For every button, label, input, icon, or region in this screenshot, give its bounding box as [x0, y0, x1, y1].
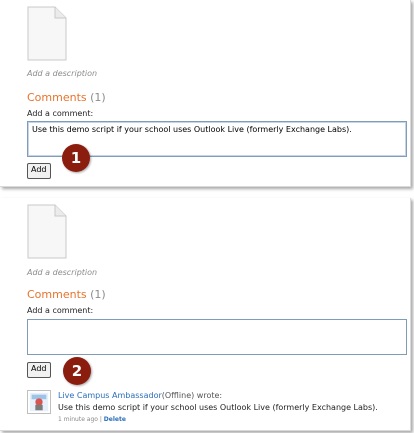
- comment-meta: 1 minute ago | Delete: [58, 416, 126, 423]
- step-badge-2: 2: [63, 357, 91, 385]
- comment-timestamp: 1 minute ago: [58, 416, 98, 423]
- comments-title: Comments: [27, 288, 87, 301]
- comment-wrote-text: wrote:: [194, 391, 223, 400]
- document-thumbnail-icon: [27, 6, 67, 61]
- comments-count: (1): [90, 91, 106, 104]
- add-comment-label: Add a comment:: [27, 306, 94, 315]
- comments-title: Comments: [27, 91, 87, 104]
- comments-heading: Comments (1): [27, 288, 106, 301]
- add-comment-button[interactable]: Add: [27, 362, 51, 378]
- delete-comment-link[interactable]: Delete: [104, 416, 126, 423]
- add-comment-label: Add a comment:: [27, 109, 94, 118]
- comment-author-link[interactable]: Live Campus Ambassador: [58, 391, 162, 400]
- comment-author-status: (Offline): [161, 391, 195, 400]
- comments-panel-2: Add a description Comments (1) Add a com…: [0, 198, 411, 431]
- add-comment-button[interactable]: Add: [27, 163, 51, 179]
- comment-body: Use this demo script if your school uses…: [58, 403, 378, 412]
- comments-heading: Comments (1): [27, 91, 106, 104]
- comments-panel-1: Add a description Comments (1) Add a com…: [0, 0, 411, 187]
- comments-count: (1): [90, 288, 106, 301]
- step-badge-1: 1: [62, 144, 90, 172]
- document-thumbnail-icon: [27, 204, 67, 259]
- add-description-link[interactable]: Add a description: [27, 268, 97, 277]
- add-description-link[interactable]: Add a description: [27, 69, 97, 78]
- comment-input[interactable]: [27, 319, 407, 355]
- avatar-icon[interactable]: [27, 390, 51, 414]
- comment-author-line: Live Campus Ambassador(Offline) wrote:: [58, 391, 222, 400]
